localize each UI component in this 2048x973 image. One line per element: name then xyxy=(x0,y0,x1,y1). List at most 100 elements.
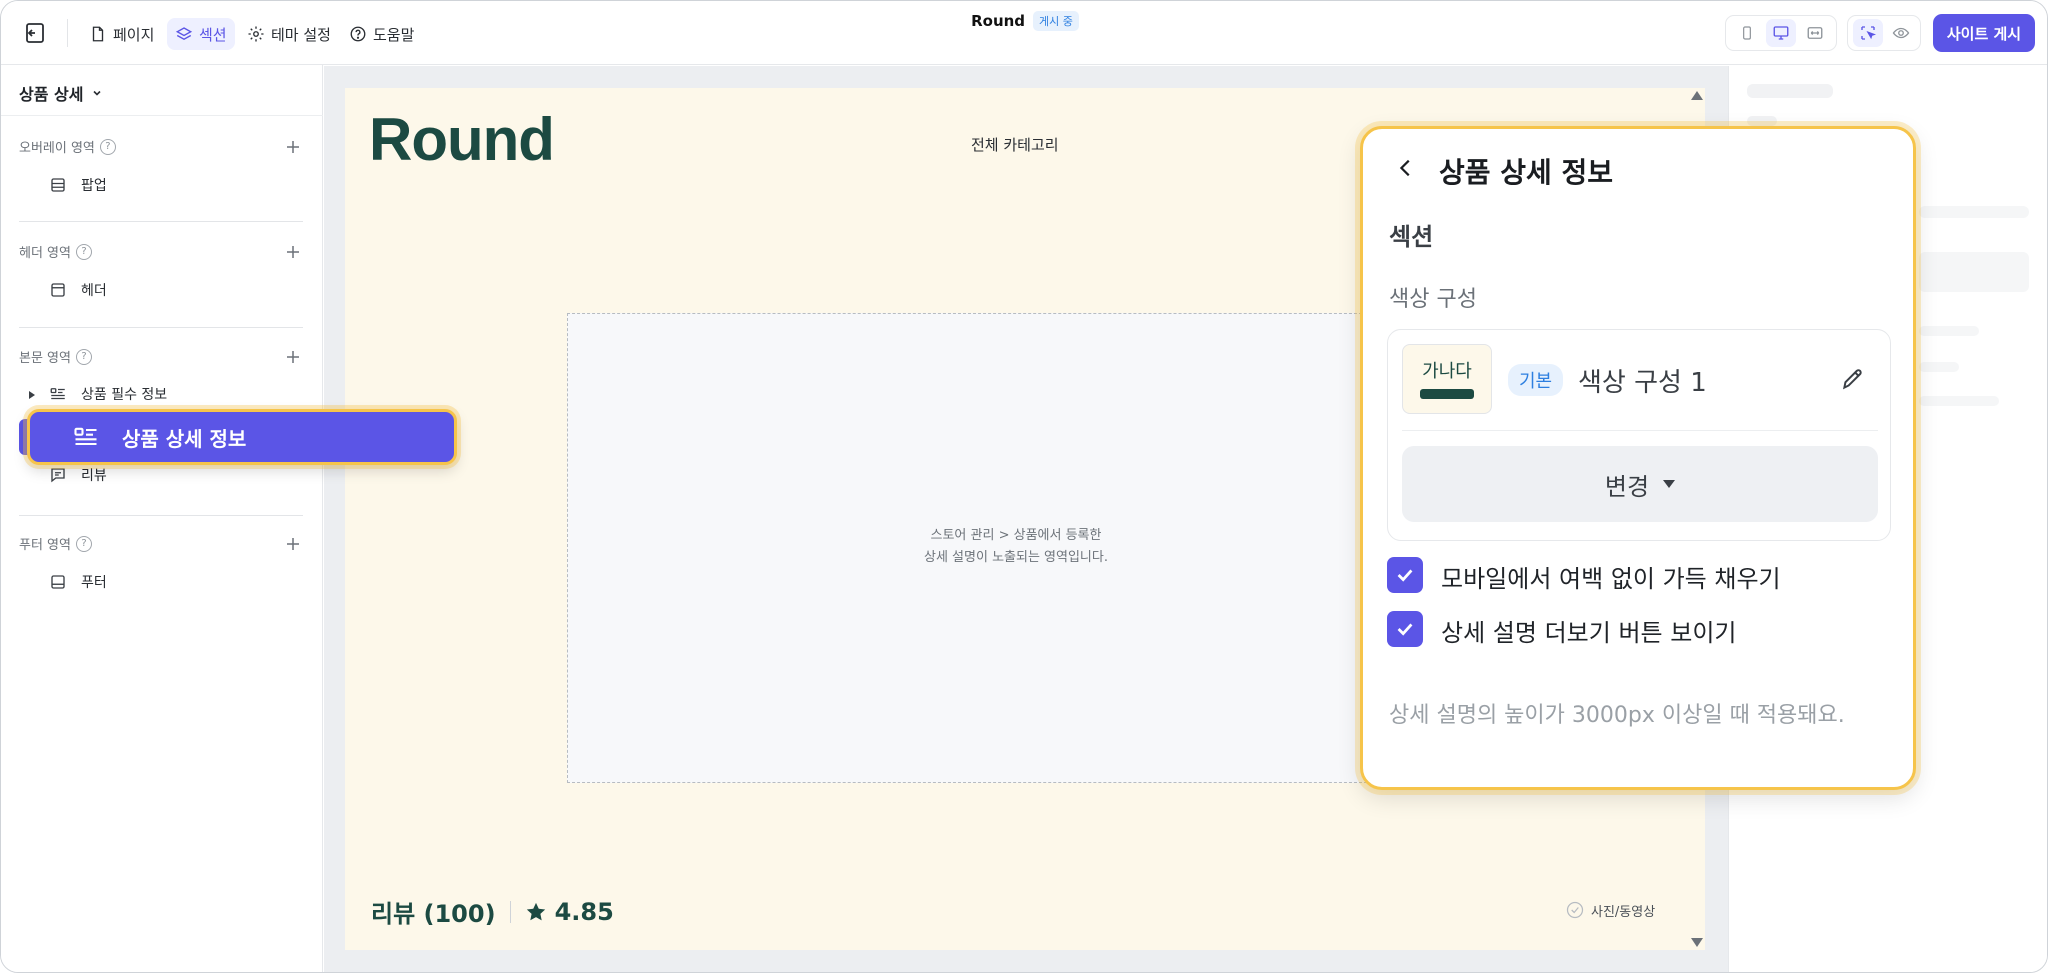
list-icon xyxy=(50,388,65,400)
mobile-fullwidth-label[interactable]: 모바일에서 여백 없이 가득 채우기 xyxy=(1441,559,1781,594)
mobile-view-button[interactable] xyxy=(1732,19,1762,47)
header-icon xyxy=(51,283,65,297)
checkmark-icon xyxy=(1397,569,1413,582)
review-summary: 리뷰 (100) 4.85 xyxy=(371,894,614,929)
divider xyxy=(19,221,303,222)
ghost-text xyxy=(1919,362,1959,372)
all-categories-link[interactable]: 전체 카테고리 xyxy=(971,134,1059,155)
help-icon[interactable]: ? xyxy=(75,243,92,260)
mobile-fullwidth-checkbox[interactable] xyxy=(1387,557,1423,593)
ghost-title xyxy=(1747,84,1833,98)
help-icon[interactable]: ? xyxy=(75,535,92,552)
section-settings-popup: 상품 상세 정보 섹션 색상 구성 가나다 기본 색상 구성 1 변경 모바일에… xyxy=(1360,126,1916,790)
sidebar-item-header[interactable]: 헤더 xyxy=(49,280,107,300)
helper-text: 상세 설명의 높이가 3000px 이상일 때 적용돼요. xyxy=(1389,703,1845,728)
star-icon xyxy=(526,902,545,920)
site-logo[interactable]: Round xyxy=(369,105,555,174)
group-footer-label: 푸터 영역 xyxy=(19,538,71,553)
group-header: 헤더 영역 ? xyxy=(19,242,92,261)
add-section-icon[interactable] xyxy=(285,139,301,155)
footer-icon xyxy=(51,575,65,589)
group-footer: 푸터 영역 ? xyxy=(19,534,92,553)
check-circle-icon xyxy=(1566,901,1584,919)
sidebar-item-review[interactable]: 리뷰 xyxy=(49,465,107,485)
placeholder-text: 스토어 관리 > 상품에서 등록한 상세 설명이 노출되는 영역입니다. xyxy=(861,525,1171,569)
help-icon[interactable]: ? xyxy=(75,348,92,365)
show-more-button-checkbox[interactable] xyxy=(1387,611,1423,647)
popup-title: 상품 상세 정보 xyxy=(1439,156,1614,189)
change-color-button[interactable]: 변경 xyxy=(1402,446,1878,522)
placeholder-line: 상세 설명이 노출되는 영역입니다. xyxy=(924,550,1108,565)
dragging-item-label: 상품 상세 정보 xyxy=(122,426,247,451)
sidebar-item-product-detail-dragging[interactable]: 상품 상세 정보 xyxy=(27,409,457,465)
ghost-text xyxy=(1747,116,1777,126)
desktop-view-button[interactable] xyxy=(1766,19,1796,47)
color-swatch: 가나다 xyxy=(1402,344,1492,414)
chevron-down-icon xyxy=(93,90,102,96)
mobile-icon xyxy=(1743,26,1751,40)
desktop-icon xyxy=(1773,26,1789,40)
group-overlay-label: 오버레이 영역 xyxy=(19,141,95,156)
group-body-label: 본문 영역 xyxy=(19,351,71,366)
pencil-icon[interactable] xyxy=(1840,366,1866,392)
sidebar-item-product-info[interactable]: 상품 필수 정보 xyxy=(49,384,167,404)
change-label: 변경 xyxy=(1604,472,1650,501)
ghost-text xyxy=(1919,326,1979,336)
add-section-icon[interactable] xyxy=(285,536,301,552)
media-filter[interactable]: 사진/동영상 xyxy=(1565,900,1655,920)
rating-value: 4.85 xyxy=(554,897,614,926)
expand-caret-icon[interactable] xyxy=(29,391,35,399)
caret-down-icon xyxy=(1663,480,1676,488)
fullwidth-icon xyxy=(1807,27,1823,39)
swatch-bar xyxy=(1420,389,1474,399)
top-bar: 페이지 섹션 테마 설정 도움말 Round 게시 중 사이트 게시 xyxy=(1,1,2047,65)
color-scheme-heading: 색상 구성 xyxy=(1389,287,1477,312)
group-body: 본문 영역 ? xyxy=(19,347,92,366)
color-scheme-card: 가나다 기본 색상 구성 1 변경 xyxy=(1387,329,1891,541)
app-window: 페이지 섹션 테마 설정 도움말 Round 게시 중 사이트 게시 상품 상세… xyxy=(0,0,2048,973)
default-badge: 기본 xyxy=(1508,364,1564,396)
sidebar-item-label: 상품 필수 정보 xyxy=(81,387,168,403)
scroll-up-arrow-icon[interactable] xyxy=(1691,91,1703,100)
sidebar-item-label: 푸터 xyxy=(81,575,107,591)
fullwidth-view-button[interactable] xyxy=(1800,19,1830,47)
swatch-sample-text: 가나다 xyxy=(1422,361,1472,382)
show-more-button-label[interactable]: 상세 설명 더보기 버튼 보이기 xyxy=(1441,613,1736,648)
color-scheme-name: 색상 구성 1 xyxy=(1578,368,1707,398)
preview-mode-button[interactable] xyxy=(1886,19,1916,47)
sidebar-item-footer[interactable]: 푸터 xyxy=(49,572,107,592)
ghost-text xyxy=(1919,206,2029,218)
page-selector-label: 상품 상세 xyxy=(19,85,84,104)
status-badge: 게시 중 xyxy=(1033,11,1079,31)
section-heading: 섹션 xyxy=(1389,223,1434,251)
add-section-icon[interactable] xyxy=(285,349,301,365)
sidebar-item-label: 리뷰 xyxy=(81,468,107,484)
group-header-label: 헤더 영역 xyxy=(19,246,71,261)
divider xyxy=(19,515,303,516)
sidebar-item-label: 팝업 xyxy=(81,178,107,194)
rating: 4.85 xyxy=(525,898,614,926)
group-overlay: 오버레이 영역 ? xyxy=(19,137,116,156)
divider xyxy=(19,327,303,328)
sidebar-item-popup[interactable]: 팝업 xyxy=(49,175,107,195)
add-section-icon[interactable] xyxy=(285,244,301,260)
sidebar-item-label: 헤더 xyxy=(81,283,107,299)
page-selector[interactable]: 상품 상세 xyxy=(19,81,103,105)
media-filter-label: 사진/동영상 xyxy=(1591,904,1656,920)
ghost-block xyxy=(1919,252,2029,292)
list-icon xyxy=(74,427,97,446)
scroll-down-arrow-icon[interactable] xyxy=(1691,938,1703,947)
site-name: Round xyxy=(971,12,1026,30)
select-mode-button[interactable] xyxy=(1852,19,1883,47)
checkmark-icon xyxy=(1397,623,1413,636)
help-icon[interactable]: ? xyxy=(99,138,116,155)
review-icon xyxy=(51,468,65,483)
divider xyxy=(1402,430,1878,431)
publish-button[interactable]: 사이트 게시 xyxy=(1933,14,2035,52)
section-sidebar: 상품 상세 오버레이 영역 ? 팝업 헤더 영역 ? 헤더 본문 영역 ? 상품… xyxy=(1,65,323,972)
divider xyxy=(509,900,511,923)
eye-icon xyxy=(1892,27,1909,39)
mode-toggle xyxy=(1847,15,1921,51)
placeholder-line: 스토어 관리 > 상품에서 등록한 xyxy=(930,528,1102,543)
back-arrow-icon[interactable] xyxy=(1395,157,1417,179)
